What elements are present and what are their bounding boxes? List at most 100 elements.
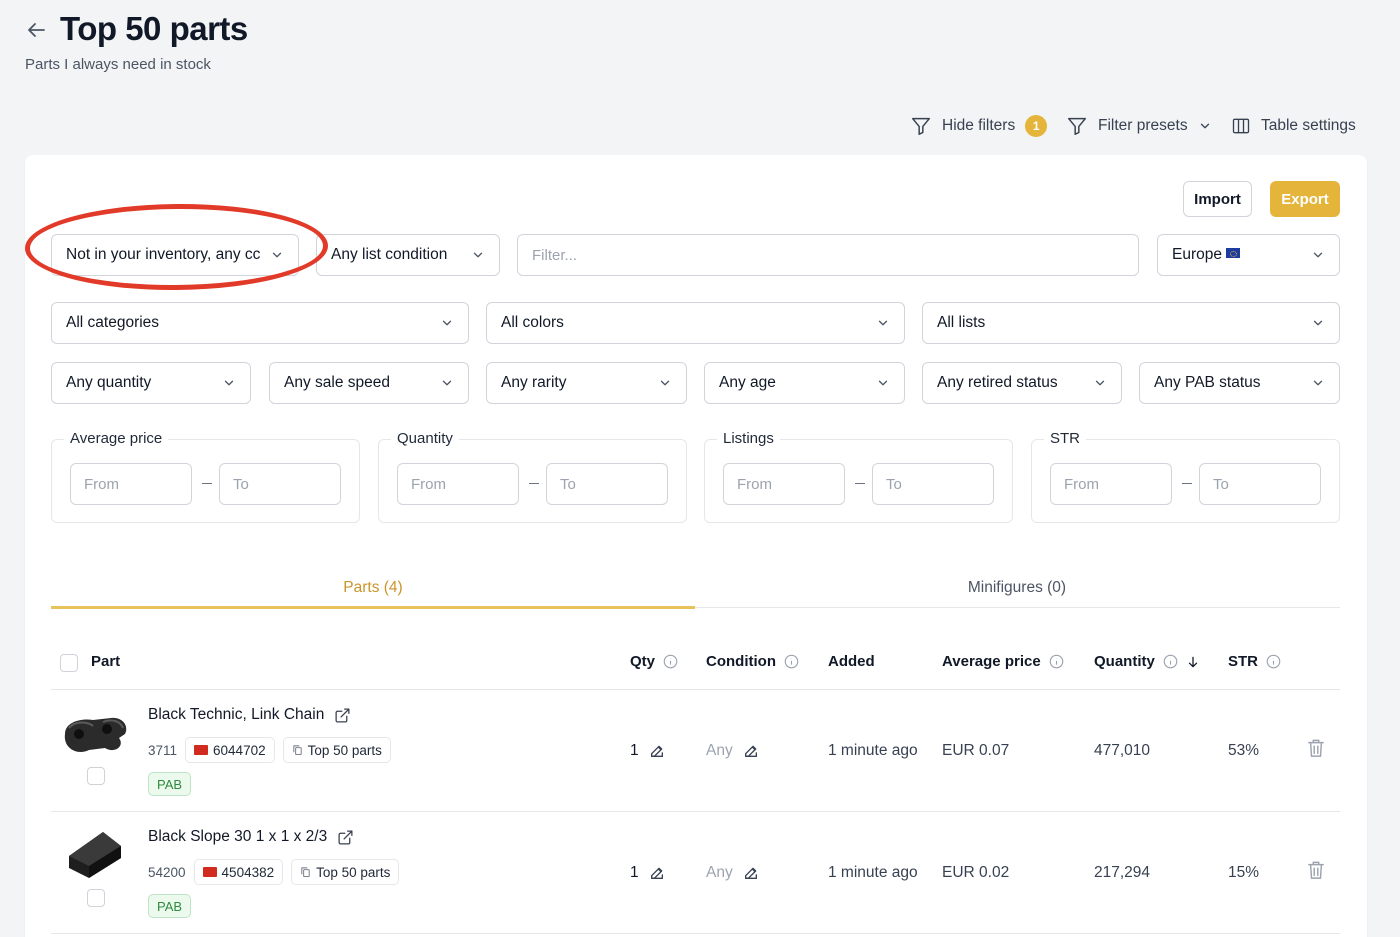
delete-trash-icon[interactable] — [1307, 860, 1325, 880]
info-icon[interactable] — [1163, 654, 1178, 669]
chevron-down-icon — [270, 248, 284, 262]
str-from-input[interactable] — [1050, 463, 1172, 505]
row-checkbox[interactable] — [87, 889, 105, 907]
list-name: Top 50 parts — [316, 864, 391, 880]
str-to-input[interactable] — [1199, 463, 1321, 505]
str-cell: 53% — [1228, 742, 1260, 759]
edit-pencil-icon[interactable] — [743, 865, 759, 881]
rarity-select[interactable]: Any rarity — [486, 362, 687, 404]
pab-status-select[interactable]: Any PAB status — [1139, 362, 1340, 404]
external-link-icon[interactable] — [334, 707, 351, 724]
hide-filters-button[interactable]: Hide filters 1 — [910, 114, 1048, 138]
edit-pencil-icon[interactable] — [649, 743, 665, 759]
edit-pencil-icon[interactable] — [743, 743, 759, 759]
quantity-to-input[interactable] — [546, 463, 668, 505]
back-arrow-icon[interactable] — [24, 18, 48, 42]
info-icon[interactable] — [663, 654, 678, 669]
range-dash — [529, 483, 539, 484]
part-image-link-chain — [59, 704, 131, 764]
inventory-filter-value: Not in your inventory, any cc — [66, 246, 261, 263]
column-label: Quantity — [1094, 653, 1155, 670]
column-header-condition[interactable]: Condition — [706, 653, 799, 670]
quantity-from-input[interactable] — [397, 463, 519, 505]
qty-cell: 1 — [630, 864, 665, 882]
qty-cell: 1 — [630, 742, 665, 760]
region-value: Europe — [1172, 246, 1222, 263]
average-price-range: Average price — [51, 430, 360, 523]
list-pill[interactable]: Top 50 parts — [282, 737, 391, 763]
inventory-filter-select[interactable]: Not in your inventory, any cc — [51, 234, 299, 276]
sale-speed-select[interactable]: Any sale speed — [269, 362, 469, 404]
age-select[interactable]: Any age — [704, 362, 905, 404]
part-meta: 3711 6044702 Top 50 parts — [148, 737, 391, 763]
lists-select[interactable]: All lists — [922, 302, 1340, 344]
part-meta: 54200 4504382 Top 50 parts — [148, 859, 400, 885]
main-card: Import Export Not in your inventory, any… — [25, 155, 1367, 937]
filter-presets-label: Filter presets — [1098, 117, 1188, 134]
list-name: Top 50 parts — [307, 742, 382, 758]
lego-logo-icon — [194, 745, 209, 755]
quantity-range: Quantity — [378, 430, 687, 523]
hide-filters-label: Hide filters — [942, 117, 1016, 134]
column-header-added[interactable]: Added — [828, 653, 875, 670]
chevron-down-icon — [876, 316, 890, 330]
average-price-cell: EUR 0.07 — [942, 742, 1010, 759]
table-settings-button[interactable]: Table settings — [1231, 114, 1356, 138]
retired-status-value: Any retired status — [937, 374, 1058, 391]
age-value: Any age — [719, 374, 776, 391]
str-cell: 15% — [1228, 864, 1260, 881]
sort-down-arrow-icon[interactable] — [1186, 654, 1200, 670]
import-button[interactable]: Import — [1183, 181, 1252, 217]
row-checkbox[interactable] — [87, 767, 105, 785]
filter-presets-button[interactable]: Filter presets — [1066, 114, 1212, 138]
column-header-quantity[interactable]: Quantity — [1094, 653, 1200, 670]
filter-icon — [910, 115, 932, 137]
column-label: Qty — [630, 653, 656, 670]
export-button[interactable]: Export — [1270, 181, 1340, 217]
list-condition-select[interactable]: Any list condition — [316, 234, 500, 276]
chevron-down-icon — [1311, 248, 1325, 262]
quantity-select[interactable]: Any quantity — [51, 362, 251, 404]
search-filter-input[interactable] — [517, 234, 1139, 276]
listings-from-input[interactable] — [723, 463, 845, 505]
element-id-pill[interactable]: 6044702 — [185, 737, 275, 763]
table-row[interactable]: Black Technic, Link Chain 3711 6044702 T… — [25, 690, 1367, 811]
quantity-value: Any quantity — [66, 374, 152, 391]
part-number: 54200 — [148, 864, 186, 880]
listings-to-input[interactable] — [872, 463, 994, 505]
tab-parts[interactable]: Parts (4) — [51, 567, 695, 609]
chevron-down-icon — [440, 316, 454, 330]
rarity-value: Any rarity — [501, 374, 567, 391]
column-header-qty[interactable]: Qty — [630, 653, 678, 670]
delete-trash-icon[interactable] — [1307, 738, 1325, 758]
element-id: 4504382 — [221, 864, 275, 880]
page-subtitle: Parts I always need in stock — [25, 56, 211, 73]
table-row[interactable]: Black Slope 30 1 x 1 x 2/3 54200 4504382… — [25, 812, 1367, 933]
part-number: 3711 — [148, 742, 178, 758]
categories-select[interactable]: All categories — [51, 302, 469, 344]
retired-status-select[interactable]: Any retired status — [922, 362, 1122, 404]
region-select[interactable]: Europe — [1157, 234, 1340, 276]
select-all-checkbox[interactable] — [60, 654, 78, 672]
categories-value: All categories — [66, 314, 160, 331]
external-link-icon[interactable] — [337, 829, 354, 846]
colors-value: All colors — [501, 314, 564, 331]
average-price-to-input[interactable] — [219, 463, 341, 505]
info-icon[interactable] — [784, 654, 799, 669]
range-label: Quantity — [391, 430, 459, 447]
element-id-pill[interactable]: 4504382 — [193, 859, 284, 885]
colors-select[interactable]: All colors — [486, 302, 905, 344]
column-header-str[interactable]: STR — [1228, 653, 1281, 670]
edit-pencil-icon[interactable] — [649, 865, 665, 881]
lists-value: All lists — [937, 314, 986, 331]
added-cell: 1 minute ago — [828, 864, 918, 881]
info-icon[interactable] — [1049, 654, 1064, 669]
list-pill[interactable]: Top 50 parts — [291, 859, 400, 885]
average-price-from-input[interactable] — [70, 463, 192, 505]
column-header-part[interactable]: Part — [91, 653, 120, 670]
info-icon[interactable] — [1266, 654, 1281, 669]
column-header-average-price[interactable]: Average price — [942, 653, 1064, 670]
table-settings-label: Table settings — [1261, 117, 1356, 134]
tab-minifigures[interactable]: Minifigures (0) — [695, 567, 1339, 609]
condition-cell: Any — [706, 742, 759, 760]
